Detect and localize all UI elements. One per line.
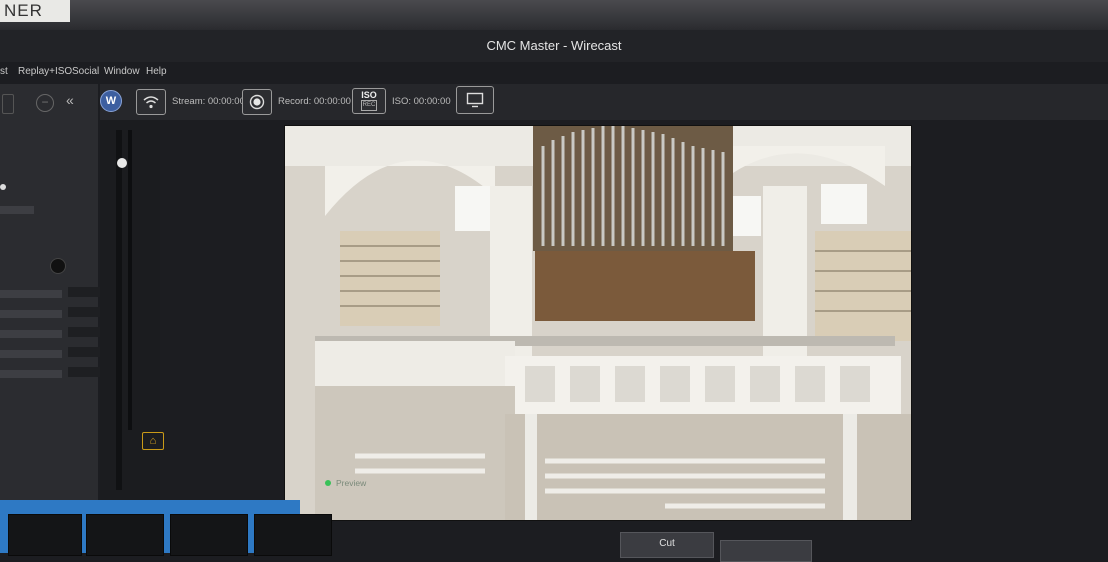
panel-icon[interactable] [2,94,14,114]
control-bar [0,310,62,318]
collapse-icon[interactable]: « [66,92,74,108]
preview-video[interactable] [284,125,912,521]
menu-item-shot[interactable]: st [0,66,8,77]
bezel-sticker: NER [0,0,70,22]
menu-item-help[interactable]: Help [146,66,167,77]
menu-item-replay-iso[interactable]: Replay+ISO [18,66,72,77]
toolbar: W Stream: 00:00:00 Record: 00:00:00 ISO … [100,84,1108,120]
value-box [68,347,100,357]
slider-knob[interactable] [0,184,6,190]
value-box [68,307,100,317]
value-box [68,367,100,377]
iso-icon: ISO REC [360,91,378,111]
meter-track [116,130,122,490]
stream-timer: Stream: 00:00:00 [172,96,245,107]
record-icon [249,94,265,110]
shot-thumbnail[interactable] [8,514,82,556]
info-icon[interactable] [50,258,66,274]
shot-thumbnail[interactable] [86,514,164,556]
menu-item-window[interactable]: Window [104,66,140,77]
value-box [68,287,100,297]
lock-icon[interactable]: ⌂ [142,432,164,450]
cut-button[interactable]: Cut [620,532,714,558]
control-bar [0,370,62,378]
meter-level [128,130,132,430]
control-bar [0,350,62,358]
iso-timer: ISO: 00:00:00 [392,96,451,107]
record-button[interactable] [242,89,272,115]
value-box [68,327,100,337]
control-bar [0,206,34,214]
monitor-icon [466,92,484,108]
menu-item-social[interactable]: Social [72,66,99,77]
window-title: CMC Master - Wirecast [0,30,1108,62]
audio-meter[interactable] [100,120,160,510]
shot-thumbnail[interactable] [254,514,332,556]
record-timer: Record: 00:00:00 [278,96,351,107]
preview-label: Preview [336,478,367,488]
wifi-icon [143,96,159,109]
stream-button[interactable] [136,89,166,115]
monitor-bezel [0,0,1108,30]
iso-record-button[interactable]: ISO REC [352,88,386,114]
control-bar [0,330,62,338]
minus-icon[interactable]: − [36,94,54,112]
church-organ-image [285,126,911,520]
control-bar [0,290,62,298]
menu-bar: st Replay+ISO Social Window Help [0,64,300,82]
preview-status-dot [325,480,331,486]
shot-thumbnail[interactable] [170,514,248,556]
volume-slider-knob[interactable] [117,158,127,168]
left-panel: − « [0,84,100,524]
auto-transition-button[interactable] [720,540,812,562]
output-monitor-button[interactable] [456,86,494,114]
wirecast-logo-icon: W [100,90,122,112]
